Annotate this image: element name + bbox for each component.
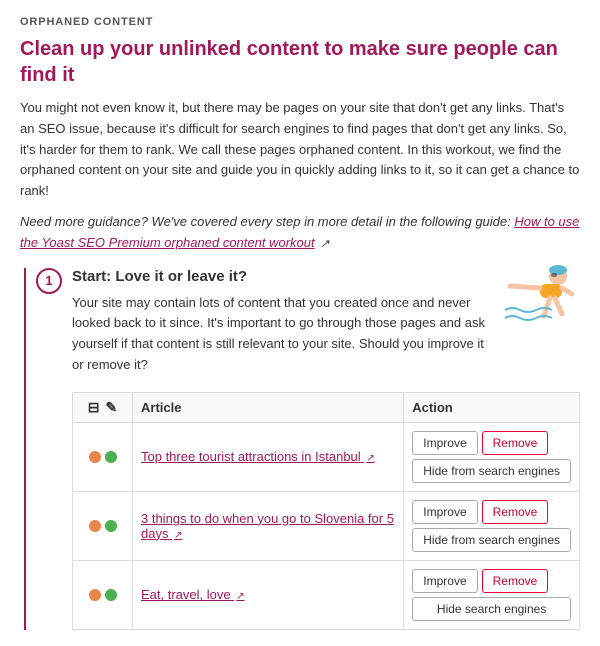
action-cell: Improve Remove Hide from search engines [404, 422, 580, 491]
status-dots-cell [73, 422, 133, 491]
action-cell: Improve Remove Hide from search engines [404, 491, 580, 560]
external-icon: ↗ [366, 453, 374, 464]
external-icon: ↗ [236, 591, 244, 602]
intro-text: You might not even know it, but there ma… [20, 98, 580, 202]
table-row: Eat, travel, love ↗ Improve Remove Hide … [73, 560, 580, 629]
article-link[interactable]: Eat, travel, love ↗ [141, 587, 245, 602]
improve-button[interactable]: Improve [412, 431, 477, 455]
step-number-badge: 1 [36, 268, 62, 294]
article-cell: Top three tourist attractions in Istanbu… [133, 422, 404, 491]
seo-icon: ✎ [106, 399, 118, 416]
hide-search-button[interactable]: Hide from search engines [412, 528, 571, 552]
guidance-text: Need more guidance? We've covered every … [20, 212, 580, 254]
article-link[interactable]: Top three tourist attractions in Istanbu… [141, 449, 375, 464]
remove-button[interactable]: Remove [482, 431, 549, 455]
hide-search-button[interactable]: Hide from search engines [412, 459, 571, 483]
improve-button[interactable]: Improve [412, 569, 477, 593]
table-row: 3 things to do when you go to Slovenia f… [73, 491, 580, 560]
status-dots-cell [73, 560, 133, 629]
article-cell: Eat, travel, love ↗ [133, 560, 404, 629]
step-description: Your site may contain lots of content th… [72, 293, 492, 376]
article-cell: 3 things to do when you go to Slovenia f… [133, 491, 404, 560]
external-icon: ↗ [174, 530, 182, 541]
article-link[interactable]: 3 things to do when you go to Slovenia f… [141, 511, 394, 541]
seo-dot [105, 451, 117, 463]
readability-dot [89, 451, 101, 463]
status-dots-cell [73, 491, 133, 560]
th-article: Article [133, 392, 404, 422]
external-link-icon: ↗ [320, 238, 329, 250]
remove-button[interactable]: Remove [482, 569, 549, 593]
action-cell: Improve Remove Hide search engines [404, 560, 580, 629]
remove-button[interactable]: Remove [482, 500, 549, 524]
readability-dot [89, 520, 101, 532]
illustration [500, 258, 580, 338]
main-title: Clean up your unlinked content to make s… [20, 36, 580, 88]
articles-table: ⊟ ✎ Article Action [72, 392, 580, 630]
th-action: Action [404, 392, 580, 422]
improve-button[interactable]: Improve [412, 500, 477, 524]
readability-icon: ⊟ [88, 399, 100, 416]
table-row: Top three tourist attractions in Istanbu… [73, 422, 580, 491]
hide-search-button[interactable]: Hide search engines [412, 597, 571, 621]
section-label: ORPHANED CONTENT [20, 16, 580, 28]
seo-dot [105, 520, 117, 532]
readability-dot [89, 589, 101, 601]
th-status-icons: ⊟ ✎ [73, 392, 133, 422]
seo-dot [105, 589, 117, 601]
step-title: Start: Love it or leave it? [72, 268, 492, 285]
